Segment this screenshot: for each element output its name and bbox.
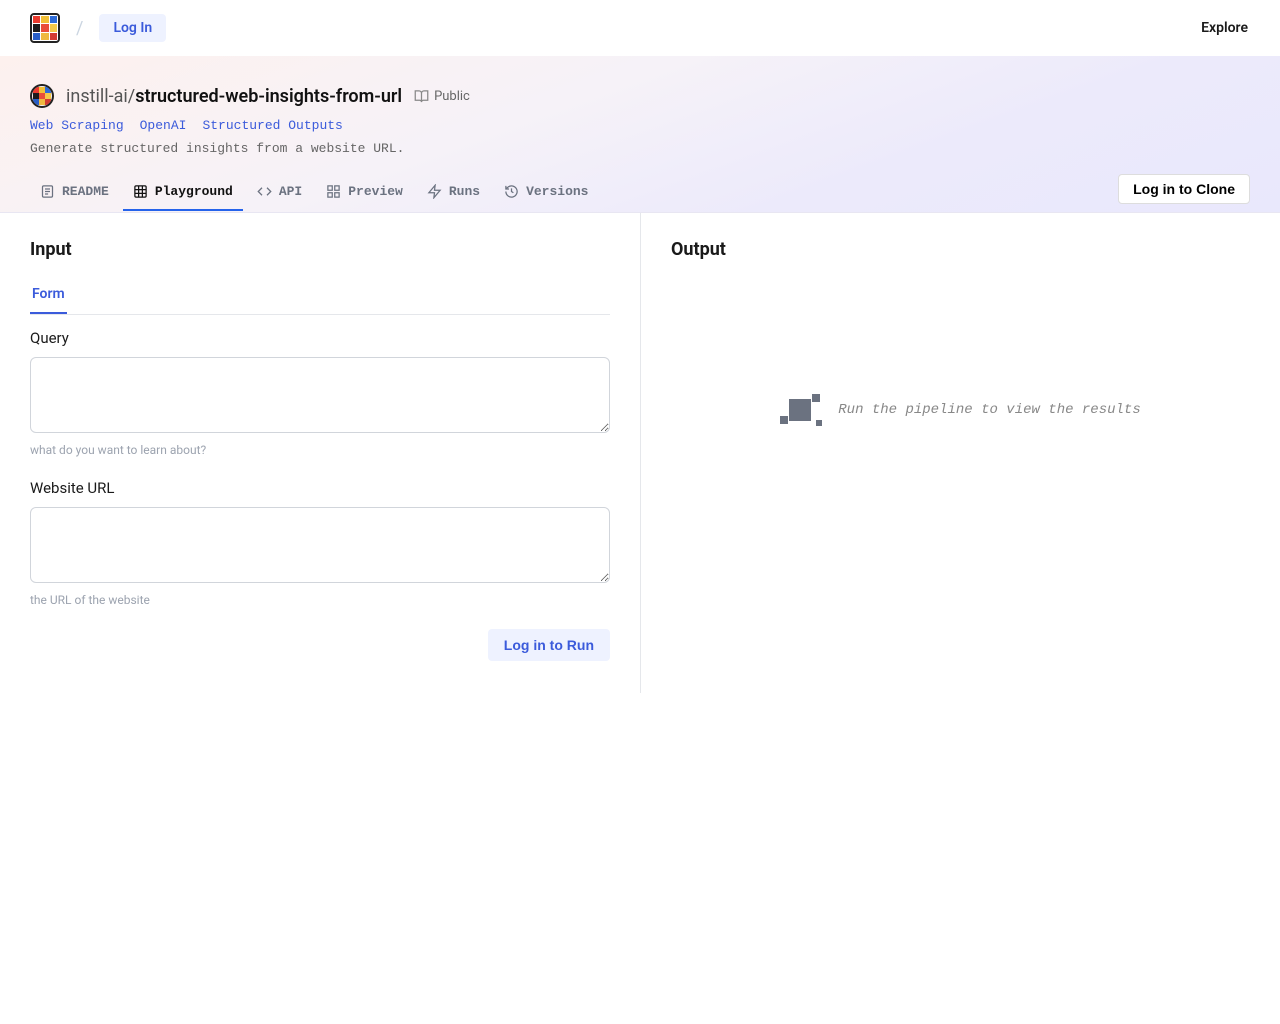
- breadcrumb-divider: /: [76, 18, 83, 39]
- tag-list: Web Scraping OpenAI Structured Outputs: [30, 118, 1250, 133]
- output-empty-state: Run the pipeline to view the results: [671, 280, 1250, 540]
- pipeline-name[interactable]: structured-web-insights-from-url: [135, 86, 402, 107]
- history-icon: [504, 184, 519, 199]
- tab-runs[interactable]: Runs: [417, 176, 490, 211]
- tag[interactable]: OpenAI: [140, 118, 187, 133]
- visibility-badge: Public: [414, 89, 470, 104]
- pipeline-description: Generate structured insights from a webs…: [30, 141, 1250, 156]
- input-column: Input Form Query what do you want to lea…: [0, 213, 640, 693]
- layout-icon: [326, 184, 341, 199]
- owner-avatar[interactable]: [30, 84, 54, 108]
- run-button[interactable]: Log in to Run: [488, 629, 610, 661]
- output-empty-message: Run the pipeline to view the results: [838, 402, 1140, 418]
- website-url-helper: the URL of the website: [30, 593, 610, 607]
- grid-icon: [133, 184, 148, 199]
- empty-state-icon: [780, 390, 820, 430]
- playground-body: Input Form Query what do you want to lea…: [0, 213, 1280, 693]
- file-text-icon: [40, 184, 55, 199]
- code-icon: [257, 184, 272, 199]
- input-subtabs: Form: [30, 280, 610, 315]
- subtab-form[interactable]: Form: [30, 280, 67, 314]
- output-title: Output: [671, 239, 1250, 260]
- pipeline-header: instill-ai/structured-web-insights-from-…: [0, 56, 1280, 213]
- brand-logo[interactable]: [30, 13, 60, 43]
- nav-explore-link[interactable]: Explore: [1201, 20, 1256, 36]
- top-nav: / Log In Explore: [0, 0, 1280, 56]
- clone-button[interactable]: Log in to Clone: [1118, 174, 1250, 204]
- website-url-input[interactable]: [30, 507, 610, 583]
- book-open-icon: [414, 89, 429, 104]
- website-url-label: Website URL: [30, 479, 610, 497]
- zap-icon: [427, 184, 442, 199]
- query-helper: what do you want to learn about?: [30, 443, 610, 457]
- login-button[interactable]: Log In: [99, 14, 166, 42]
- tab-bar: README Playground API Preview Runs Versi…: [30, 174, 1250, 212]
- tab-playground[interactable]: Playground: [123, 176, 243, 211]
- tab-api[interactable]: API: [247, 176, 312, 211]
- query-input[interactable]: [30, 357, 610, 433]
- tab-versions[interactable]: Versions: [494, 176, 598, 211]
- breadcrumb: instill-ai/structured-web-insights-from-…: [66, 86, 402, 107]
- tab-readme[interactable]: README: [30, 176, 119, 211]
- tag[interactable]: Web Scraping: [30, 118, 124, 133]
- owner-name[interactable]: instill-ai: [66, 86, 128, 107]
- input-title: Input: [30, 239, 610, 260]
- output-column: Output Run the pipeline to view the resu…: [640, 213, 1280, 693]
- tag[interactable]: Structured Outputs: [202, 118, 342, 133]
- query-label: Query: [30, 329, 610, 347]
- tab-preview[interactable]: Preview: [316, 176, 413, 211]
